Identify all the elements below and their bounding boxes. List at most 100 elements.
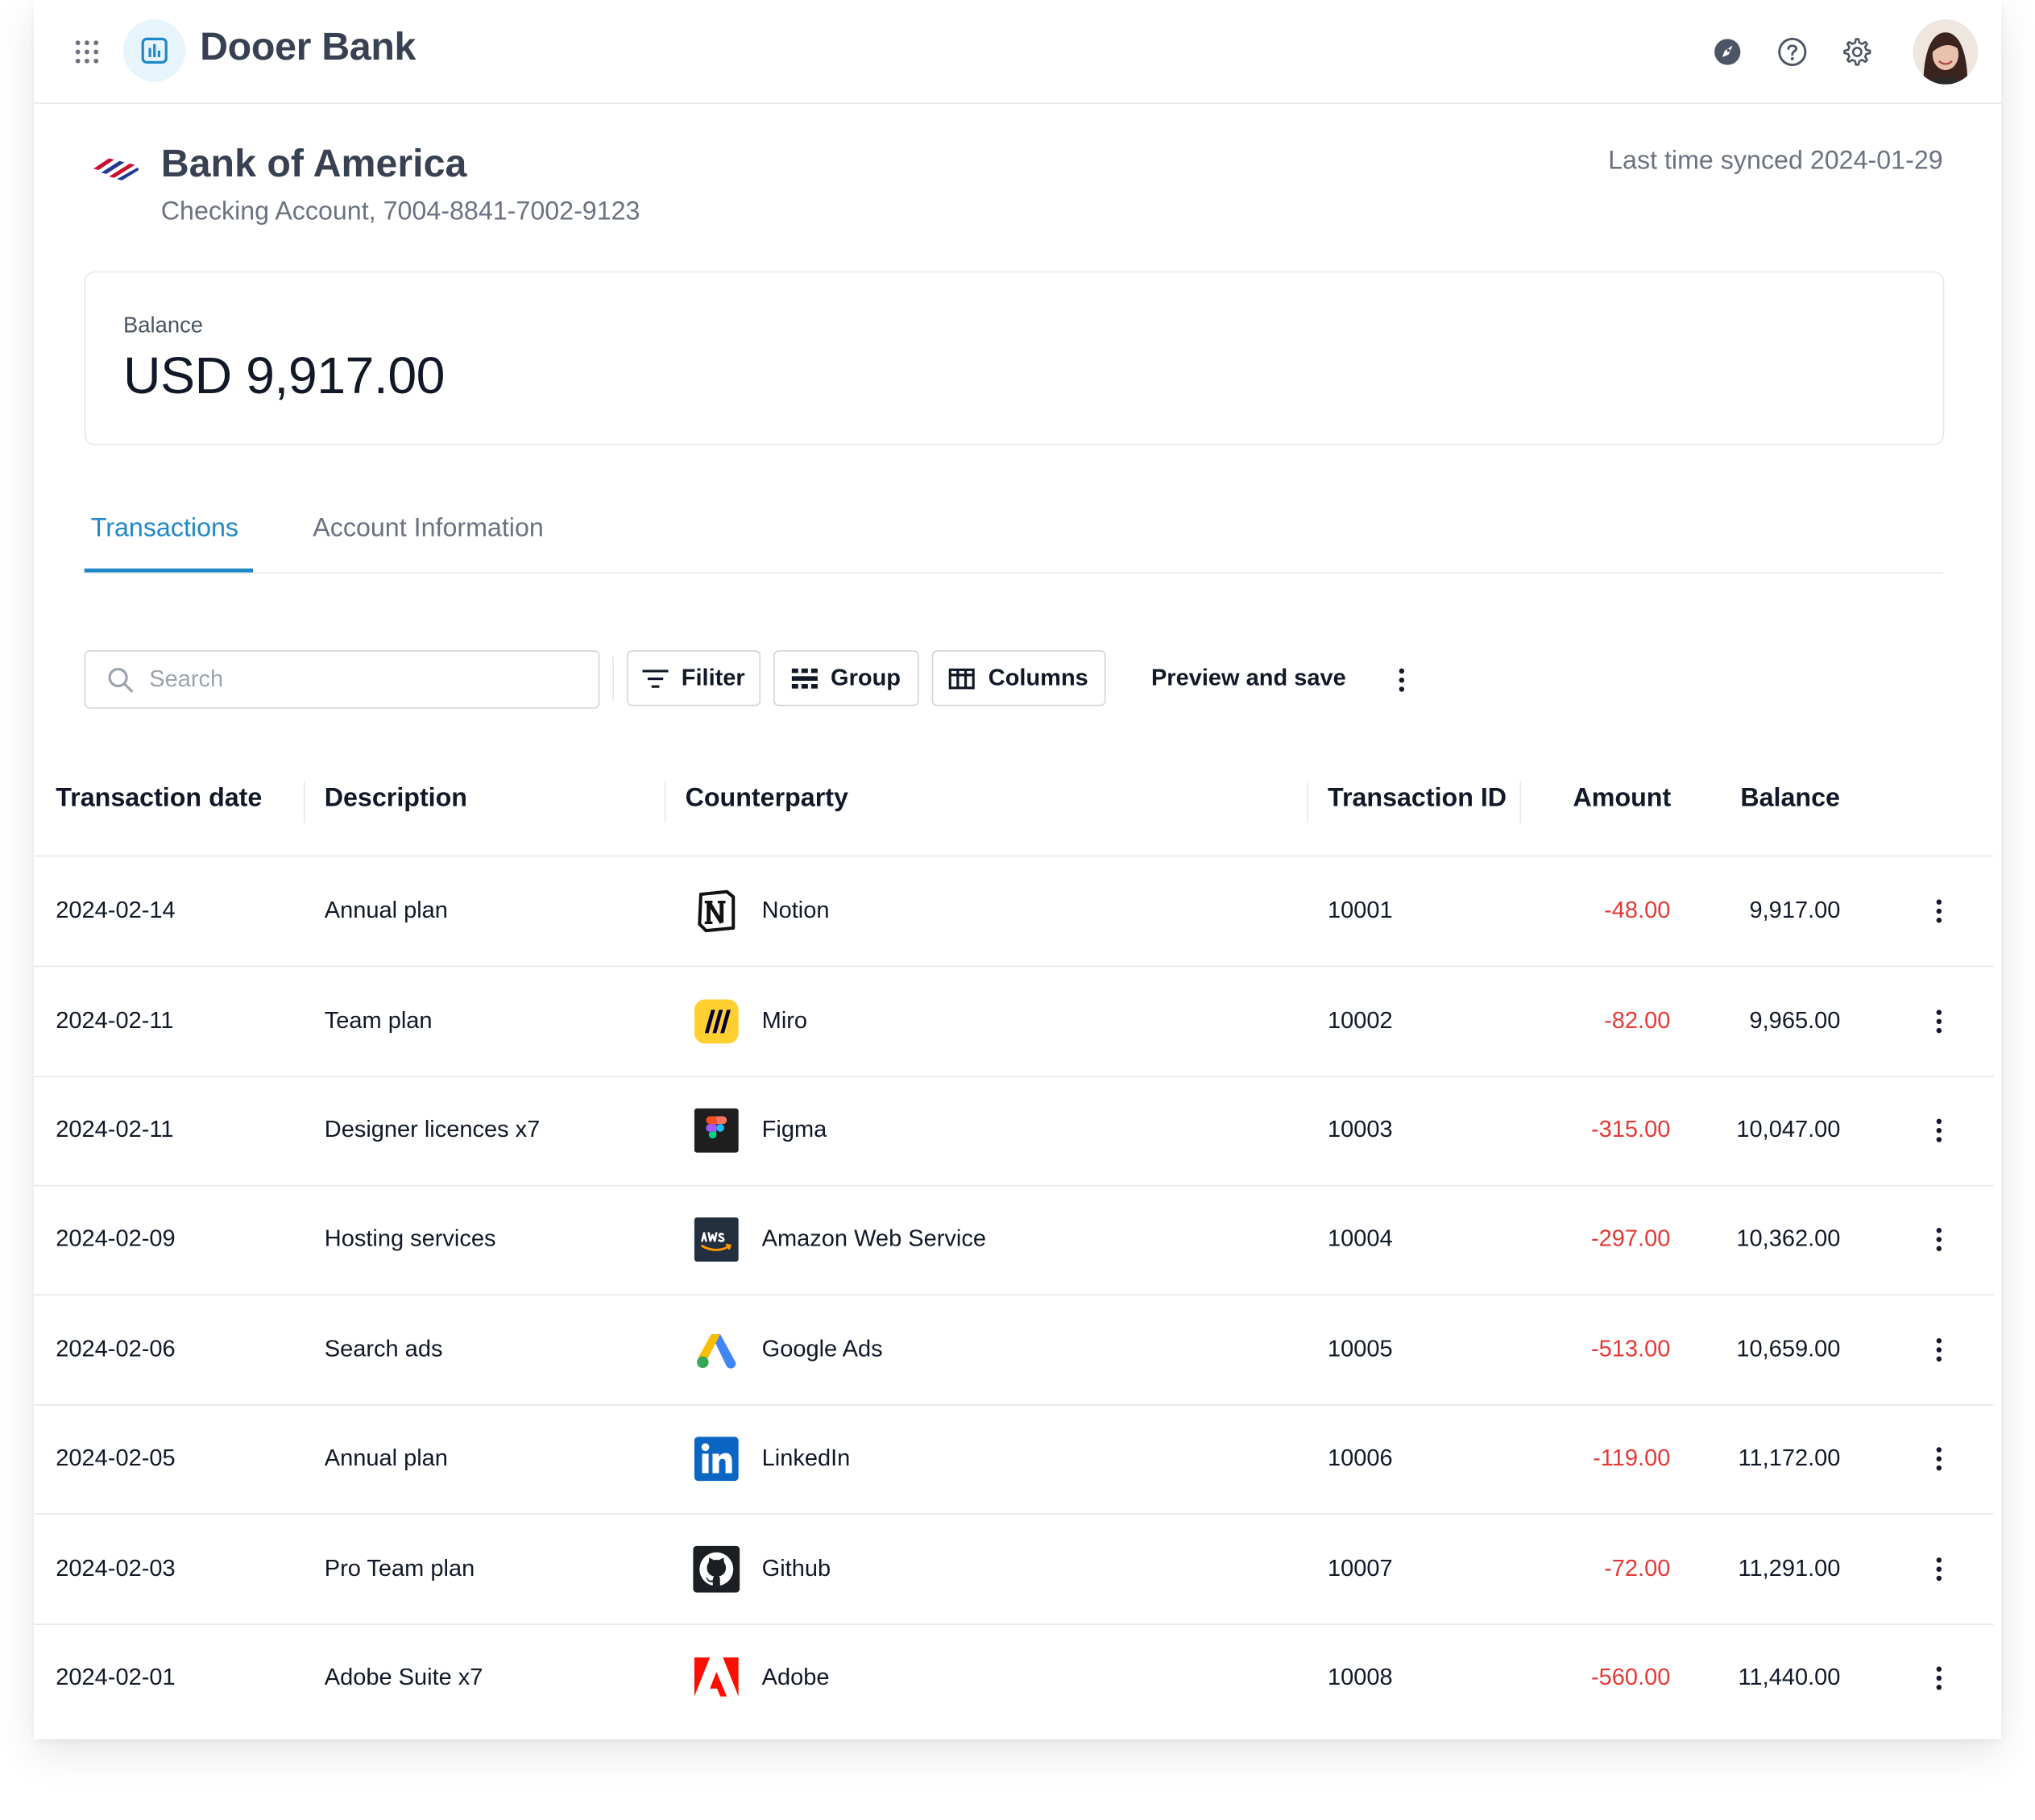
column-divider xyxy=(1519,781,1522,823)
columns-button[interactable]: Columns xyxy=(931,650,1106,707)
cell-description: Adobe Suite x7 xyxy=(324,1664,483,1690)
filter-label: Filiter xyxy=(681,664,745,691)
group-button[interactable]: Group xyxy=(773,650,919,707)
brand-chart-icon[interactable] xyxy=(123,19,186,82)
balance-label: Balance xyxy=(123,313,204,338)
table-row[interactable]: 2024-02-11 Designer licences x7 Figma 10… xyxy=(33,1076,1994,1187)
cell-balance: 11,440.00 xyxy=(1738,1664,1841,1690)
cell-counterparty: Adobe xyxy=(761,1664,830,1690)
cell-date: 2024-02-06 xyxy=(56,1335,176,1362)
notion-icon xyxy=(698,889,736,933)
help-icon[interactable] xyxy=(1776,36,1808,68)
linkedin-icon xyxy=(694,1437,739,1482)
cell-counterparty: Miro xyxy=(761,1007,808,1034)
row-more-icon[interactable] xyxy=(1935,1557,1943,1582)
filter-button[interactable]: Filiter xyxy=(627,650,761,707)
cell-counterparty: Google Ads xyxy=(761,1335,883,1362)
cell-balance: 11,172.00 xyxy=(1738,1445,1841,1471)
cell-counterparty: Amazon Web Service xyxy=(761,1225,986,1252)
table-row[interactable]: 2024-02-06 Search ads Google Ads 10005 -… xyxy=(33,1296,1994,1406)
cell-date: 2024-02-14 xyxy=(56,897,176,923)
cell-description: Pro Team plan xyxy=(324,1554,475,1582)
cell-date: 2024-02-09 xyxy=(56,1225,176,1252)
column-divider xyxy=(1307,781,1308,823)
active-tab-indicator xyxy=(84,568,254,573)
preview-and-save-button[interactable]: Preview and save xyxy=(1151,665,1346,692)
tab-transactions[interactable]: Transactions xyxy=(91,514,238,544)
row-more-icon[interactable] xyxy=(1935,1665,1943,1691)
cell-amount: -72.00 xyxy=(1604,1554,1671,1582)
search-input[interactable]: Search xyxy=(84,650,600,709)
rocket-icon[interactable] xyxy=(1712,36,1743,68)
gear-icon[interactable] xyxy=(1842,36,1873,68)
cell-date: 2024-02-05 xyxy=(56,1445,176,1471)
filter-icon xyxy=(642,669,669,688)
table-row[interactable]: 2024-02-11 Team plan Miro 10002 -82.00 9… xyxy=(33,967,1994,1078)
apps-grid-icon[interactable] xyxy=(74,39,100,64)
adobe-icon xyxy=(694,1657,739,1697)
toolbar-divider xyxy=(612,657,615,701)
google-ads-icon xyxy=(697,1334,736,1369)
aws-icon xyxy=(694,1217,739,1262)
avatar[interactable] xyxy=(1913,19,1979,85)
cell-date: 2024-02-03 xyxy=(56,1554,176,1582)
cell-amount: -48.00 xyxy=(1604,897,1671,923)
top-bar: Dooer Bank xyxy=(33,0,2002,104)
cell-transaction-id: 10003 xyxy=(1328,1116,1393,1142)
cell-amount: -513.00 xyxy=(1590,1335,1671,1362)
cell-date: 2024-02-01 xyxy=(56,1664,176,1690)
table-row[interactable]: 2024-02-14 Annual plan Notion 10001 -48.… xyxy=(33,856,1994,968)
header-transaction-date[interactable]: Transaction date xyxy=(56,784,262,814)
tab-account-information[interactable]: Account Information xyxy=(313,514,544,544)
group-icon xyxy=(791,667,818,688)
cell-transaction-id: 10002 xyxy=(1328,1007,1393,1034)
cell-description: Designer licences x7 xyxy=(324,1116,541,1142)
cell-description: Search ads xyxy=(324,1335,443,1362)
bank-of-america-logo-icon xyxy=(93,158,139,180)
cell-balance: 9,965.00 xyxy=(1749,1007,1841,1034)
cell-amount: -82.00 xyxy=(1604,1007,1671,1034)
columns-label: Columns xyxy=(988,664,1088,691)
row-more-icon[interactable] xyxy=(1935,1337,1943,1362)
github-icon xyxy=(693,1545,740,1593)
bank-name: Bank of America xyxy=(160,143,467,186)
header-counterparty[interactable]: Counterparty xyxy=(686,784,848,814)
balance-value: USD 9,917.00 xyxy=(123,347,446,405)
row-more-icon[interactable] xyxy=(1935,1009,1943,1034)
balance-card: Balance USD 9,917.00 xyxy=(84,271,1945,446)
cell-amount: -315.00 xyxy=(1590,1116,1671,1142)
tab-bar: Transactions Account Information xyxy=(84,493,1943,574)
column-divider xyxy=(664,781,666,823)
cell-description: Team plan xyxy=(324,1007,433,1034)
cell-amount: -119.00 xyxy=(1593,1445,1671,1471)
header-description[interactable]: Description xyxy=(325,784,467,814)
more-options-icon[interactable] xyxy=(1398,667,1406,693)
header-balance[interactable]: Balance xyxy=(1740,784,1840,814)
header-amount[interactable]: Amount xyxy=(1573,784,1672,814)
header-transaction-id[interactable]: Transaction ID xyxy=(1328,784,1507,814)
account-subtitle: Checking Account, 7004-8841-7002-9123 xyxy=(160,197,640,226)
app-window: Dooer Bank Bank of America Checking Acco… xyxy=(33,0,2002,1739)
row-more-icon[interactable] xyxy=(1935,1446,1943,1472)
cell-transaction-id: 10008 xyxy=(1328,1664,1393,1690)
cell-balance: 11,291.00 xyxy=(1738,1554,1841,1582)
row-more-icon[interactable] xyxy=(1935,1117,1943,1143)
row-more-icon[interactable] xyxy=(1935,898,1943,924)
table-row[interactable]: 2024-02-03 Pro Team plan Github 10007 -7… xyxy=(33,1515,1994,1625)
cell-amount: -297.00 xyxy=(1590,1225,1671,1252)
cell-amount: -560.00 xyxy=(1590,1664,1671,1690)
column-divider xyxy=(303,781,305,823)
cell-counterparty: Github xyxy=(761,1554,831,1582)
cell-balance: 10,047.00 xyxy=(1736,1116,1841,1142)
cell-date: 2024-02-11 xyxy=(56,1116,174,1142)
cell-transaction-id: 10007 xyxy=(1328,1554,1393,1582)
search-placeholder: Search xyxy=(149,665,224,692)
cell-description: Annual plan xyxy=(324,897,448,923)
table-row[interactable]: 2024-02-09 Hosting services Amazon Web S… xyxy=(33,1185,1994,1296)
table-row[interactable]: 2024-02-01 Adobe Suite x7 Adobe 10008 -5… xyxy=(34,1623,1994,1732)
table-row[interactable]: 2024-02-05 Annual plan LinkedIn 10006 -1… xyxy=(33,1404,1994,1515)
app-title: Dooer Bank xyxy=(200,26,417,69)
row-more-icon[interactable] xyxy=(1935,1226,1943,1252)
cell-balance: 9,917.00 xyxy=(1749,897,1841,923)
cell-description: Annual plan xyxy=(324,1445,448,1471)
